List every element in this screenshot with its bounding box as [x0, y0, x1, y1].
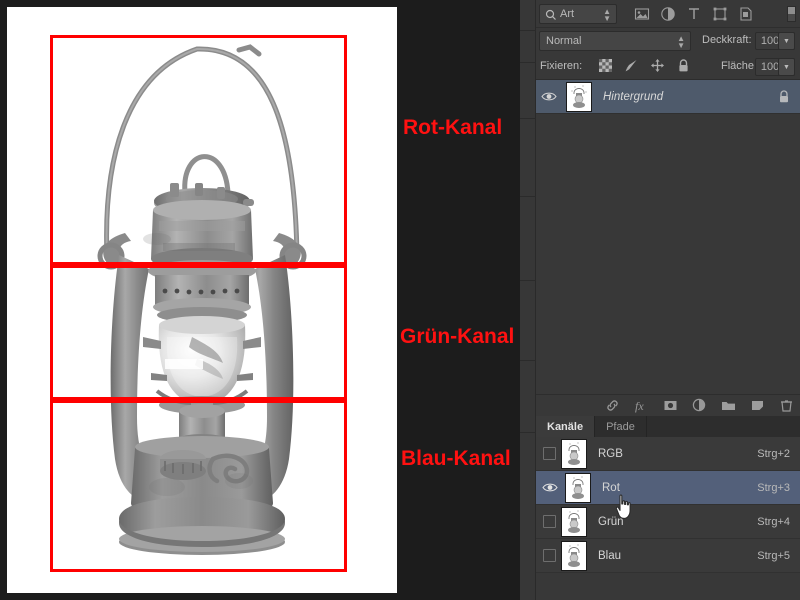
channel-visibility-checkbox[interactable] — [543, 447, 556, 460]
link-layers-icon[interactable] — [605, 398, 620, 413]
channel-name: Grün — [598, 515, 624, 528]
channel-shortcut: Strg+5 — [757, 549, 790, 562]
green-channel-label: Grün-Kanal — [400, 325, 515, 348]
channel-visibility-checkbox[interactable] — [543, 549, 556, 562]
blend-mode-select[interactable]: Normal ▲ ▼ — [539, 31, 691, 51]
opacity-label: Deckkraft: — [702, 34, 752, 46]
channel-row-blau[interactable]: Blau Strg+5 — [536, 539, 800, 573]
lock-icons-group — [598, 58, 691, 73]
channel-name: Blau — [598, 549, 622, 562]
add-mask-icon[interactable] — [663, 398, 678, 413]
layer-filter-kind-select[interactable]: Art ▲ ▼ — [539, 4, 617, 24]
channels-panel-tabs: Kanäle Pfade — [536, 416, 800, 437]
red-channel-region — [50, 35, 347, 265]
canvas-area: Rot-Kanal Grün-Kanal Blau-Kanal — [0, 0, 520, 600]
channel-shortcut: Strg+4 — [757, 515, 790, 528]
all-lock-icon[interactable] — [676, 58, 691, 73]
blend-mode-row: Normal ▲ ▼ Deckkraft: 100% ▼ — [536, 28, 800, 54]
delete-layer-icon[interactable] — [779, 398, 794, 413]
channel-visibility-checkbox[interactable] — [543, 515, 556, 528]
channel-visibility-toggle[interactable] — [540, 482, 560, 493]
channel-thumbnail — [561, 540, 587, 571]
opacity-dropdown-arrow[interactable]: ▼ — [778, 32, 795, 50]
layer-filter-icons — [634, 3, 754, 25]
channel-thumbnail — [565, 472, 591, 503]
channel-shortcut: Strg+3 — [757, 481, 790, 494]
svg-text:fx: fx — [635, 399, 644, 413]
channel-name: RGB — [598, 447, 623, 460]
layer-list-empty-space — [536, 114, 800, 394]
layer-locked-icon — [777, 89, 791, 105]
layer-style-fx-icon[interactable]: fx — [634, 398, 649, 413]
type-layer-icon[interactable] — [686, 6, 702, 22]
position-lock-icon[interactable] — [650, 58, 665, 73]
red-channel-label: Rot-Kanal — [403, 116, 503, 139]
layer-row[interactable]: Hintergrund — [536, 80, 800, 114]
eye-icon — [541, 92, 557, 101]
layer-filter-row: Art ▲ ▼ — [536, 0, 800, 28]
layer-filter-kind-label: Art — [560, 8, 575, 20]
green-channel-region — [50, 265, 347, 400]
document-canvas[interactable] — [7, 7, 397, 593]
eye-icon — [542, 483, 558, 492]
channel-thumbnail — [561, 506, 587, 537]
channels-panel-footer — [536, 573, 800, 589]
channel-shortcut: Strg+2 — [757, 447, 790, 460]
channel-name: Rot — [602, 481, 620, 494]
blue-channel-region — [50, 400, 347, 572]
fill-label: Fläche: — [721, 60, 758, 72]
smart-object-icon[interactable] — [738, 6, 754, 22]
tab-kanaele[interactable]: Kanäle — [536, 416, 596, 437]
layer-visibility-toggle[interactable] — [536, 91, 562, 102]
layer-thumbnail — [566, 81, 592, 112]
search-icon — [545, 9, 557, 21]
tab-pfade-label: Pfade — [606, 420, 635, 433]
chevron-updown-icon: ▲ ▼ — [603, 7, 611, 23]
layers-panel: Art ▲ ▼ Normal ▲ ▼ Deckkraft: 100% ▼ Fix… — [536, 0, 800, 416]
adjustment-layer-icon[interactable] — [660, 6, 676, 22]
blend-mode-value: Normal — [546, 35, 582, 47]
lock-label: Fixieren: — [540, 60, 583, 72]
layer-list[interactable]: Hintergrund — [536, 80, 800, 394]
channel-list[interactable]: RGB Strg+2 Rot Strg+3 Grün Strg+4 Blau S… — [536, 437, 800, 589]
new-layer-icon[interactable] — [750, 398, 765, 413]
channels-panel: Kanäle Pfade RGB Strg+2 Rot Strg+3 Grün … — [536, 416, 800, 589]
blue-channel-label: Blau-Kanal — [401, 447, 511, 470]
image-lock-icon[interactable] — [624, 58, 639, 73]
channel-row-gruen[interactable]: Grün Strg+4 — [536, 505, 800, 539]
new-group-icon[interactable] — [721, 398, 736, 413]
layer-name: Hintergrund — [603, 90, 664, 103]
channel-thumbnail — [561, 438, 587, 469]
shape-layer-icon[interactable] — [712, 6, 728, 22]
photoshop-window: Rot-Kanal Grün-Kanal Blau-Kanal Art ▲ ▼ … — [0, 0, 800, 600]
channel-row-rot[interactable]: Rot Strg+3 — [536, 471, 800, 505]
chevron-updown-icon: ▲ ▼ — [677, 34, 685, 50]
tab-kanaele-label: Kanäle — [547, 420, 584, 433]
lock-row: Fixieren: Fläche: 100% ▼ — [536, 54, 800, 80]
adjustment-layer-icon[interactable] — [692, 398, 707, 413]
filter-toggle-switch[interactable] — [787, 6, 796, 22]
layers-bottom-toolbar: fx — [536, 394, 800, 416]
right-panel-column: Art ▲ ▼ Normal ▲ ▼ Deckkraft: 100% ▼ Fix… — [536, 0, 800, 600]
collapsed-panel-dock[interactable] — [520, 0, 536, 600]
tab-pfade[interactable]: Pfade — [595, 416, 647, 437]
fill-dropdown-arrow[interactable]: ▼ — [778, 58, 795, 76]
pixel-layer-icon[interactable] — [634, 6, 650, 22]
transparency-lock-icon[interactable] — [598, 58, 613, 73]
channel-row-rgb[interactable]: RGB Strg+2 — [536, 437, 800, 471]
